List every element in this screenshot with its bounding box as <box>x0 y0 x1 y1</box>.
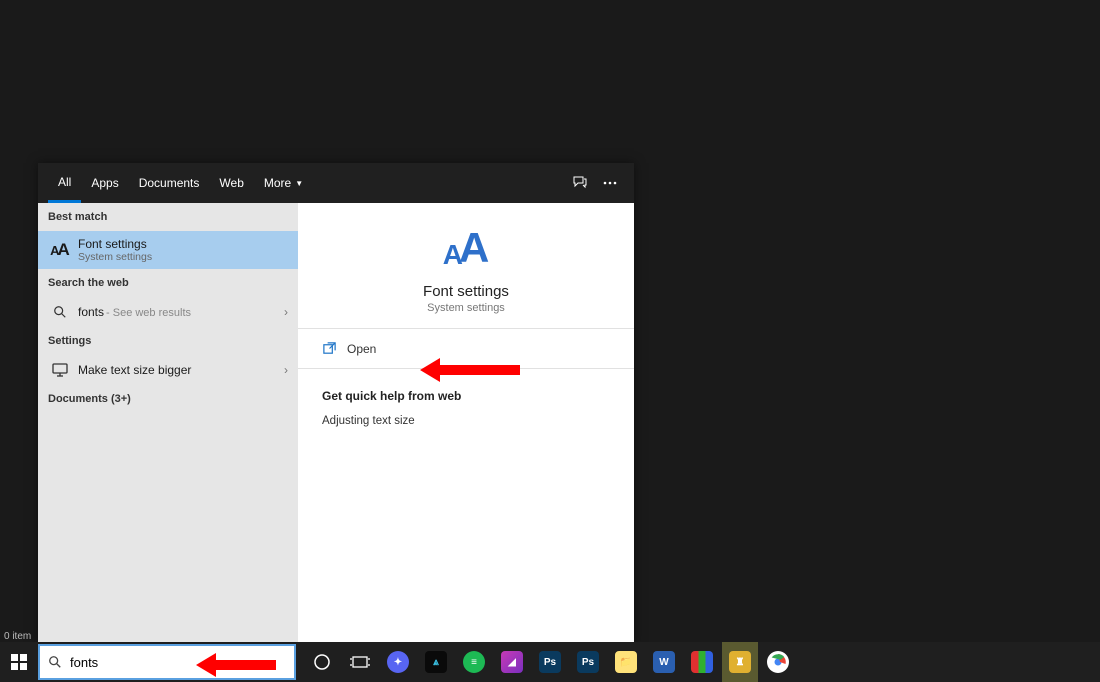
result-font-settings[interactable]: AA Font settings System settings <box>38 231 298 269</box>
taskbar-icons: ✦ ⩓ ≡ ◢ Ps Ps 📁 W ♜ <box>304 642 796 682</box>
section-documents: Documents (3+) <box>38 385 298 413</box>
help-item-text-size[interactable]: Adjusting text size <box>322 415 610 427</box>
feedback-icon[interactable] <box>572 175 588 191</box>
tab-documents[interactable]: Documents <box>129 163 210 203</box>
font-settings-large-icon: AA <box>443 227 490 269</box>
taskbar-app-overlay[interactable]: ♜ <box>722 642 758 682</box>
open-label: Open <box>347 342 376 356</box>
taskbar-app-discord[interactable]: ✦ <box>380 642 416 682</box>
taskbar-app-chrome[interactable] <box>760 642 796 682</box>
more-options-icon[interactable] <box>602 175 618 191</box>
result-subtitle: System settings <box>78 251 288 263</box>
open-icon <box>322 341 337 356</box>
cortana-icon[interactable] <box>304 642 340 682</box>
font-settings-icon: AA <box>48 241 72 259</box>
chevron-down-icon: ▼ <box>295 179 303 188</box>
taskbar-search-box[interactable] <box>38 644 296 680</box>
taskbar-app-spotify[interactable]: ≡ <box>456 642 492 682</box>
taskbar-app-affinity[interactable]: ◢ <box>494 642 530 682</box>
web-query-text: fonts <box>78 305 104 319</box>
status-text: 0 item <box>4 631 31 642</box>
tab-more-label: More <box>264 176 291 190</box>
help-header: Get quick help from web <box>322 389 610 403</box>
taskbar-app-word[interactable]: W <box>646 642 682 682</box>
taskbar-app-photoshop-2[interactable]: Ps <box>570 642 606 682</box>
result-text-size[interactable]: Make text size bigger › <box>38 355 298 385</box>
chevron-right-icon: › <box>284 305 288 319</box>
result-title: Font settings <box>78 237 288 251</box>
taskbar-app-predator[interactable]: ⩓ <box>418 642 454 682</box>
tab-apps[interactable]: Apps <box>81 163 128 203</box>
open-action[interactable]: Open <box>298 329 634 369</box>
taskbar: ✦ ⩓ ≡ ◢ Ps Ps 📁 W ♜ <box>0 642 1100 682</box>
results-list: Best match AA Font settings System setti… <box>38 203 298 643</box>
search-icon <box>48 655 62 669</box>
taskbar-app-photoshop-1[interactable]: Ps <box>532 642 568 682</box>
section-best-match: Best match <box>38 203 298 231</box>
windows-search-panel: All Apps Documents Web More ▼ Best match <box>38 163 634 643</box>
taskbar-app-file-explorer[interactable]: 📁 <box>608 642 644 682</box>
start-button[interactable] <box>0 642 38 682</box>
result-web-fonts[interactable]: fonts - See web results › <box>38 297 298 327</box>
task-view-icon[interactable] <box>342 642 378 682</box>
tab-all[interactable]: All <box>48 163 81 203</box>
tab-more[interactable]: More ▼ <box>254 163 313 203</box>
monitor-icon <box>48 363 72 377</box>
preview-title: Font settings <box>423 283 509 300</box>
settings-item-title: Make text size bigger <box>78 363 284 377</box>
preview-subtitle: System settings <box>427 302 505 314</box>
chevron-right-icon: › <box>284 363 288 377</box>
section-search-web: Search the web <box>38 269 298 297</box>
web-suffix-text: - See web results <box>106 307 191 319</box>
search-icon <box>48 305 72 319</box>
result-preview-panel: AA Font settings System settings Open Ge… <box>298 203 634 643</box>
tab-web[interactable]: Web <box>209 163 253 203</box>
search-tabs-bar: All Apps Documents Web More ▼ <box>38 163 634 203</box>
taskbar-app-colors[interactable] <box>684 642 720 682</box>
taskbar-search-input[interactable] <box>70 655 286 670</box>
section-settings: Settings <box>38 327 298 355</box>
